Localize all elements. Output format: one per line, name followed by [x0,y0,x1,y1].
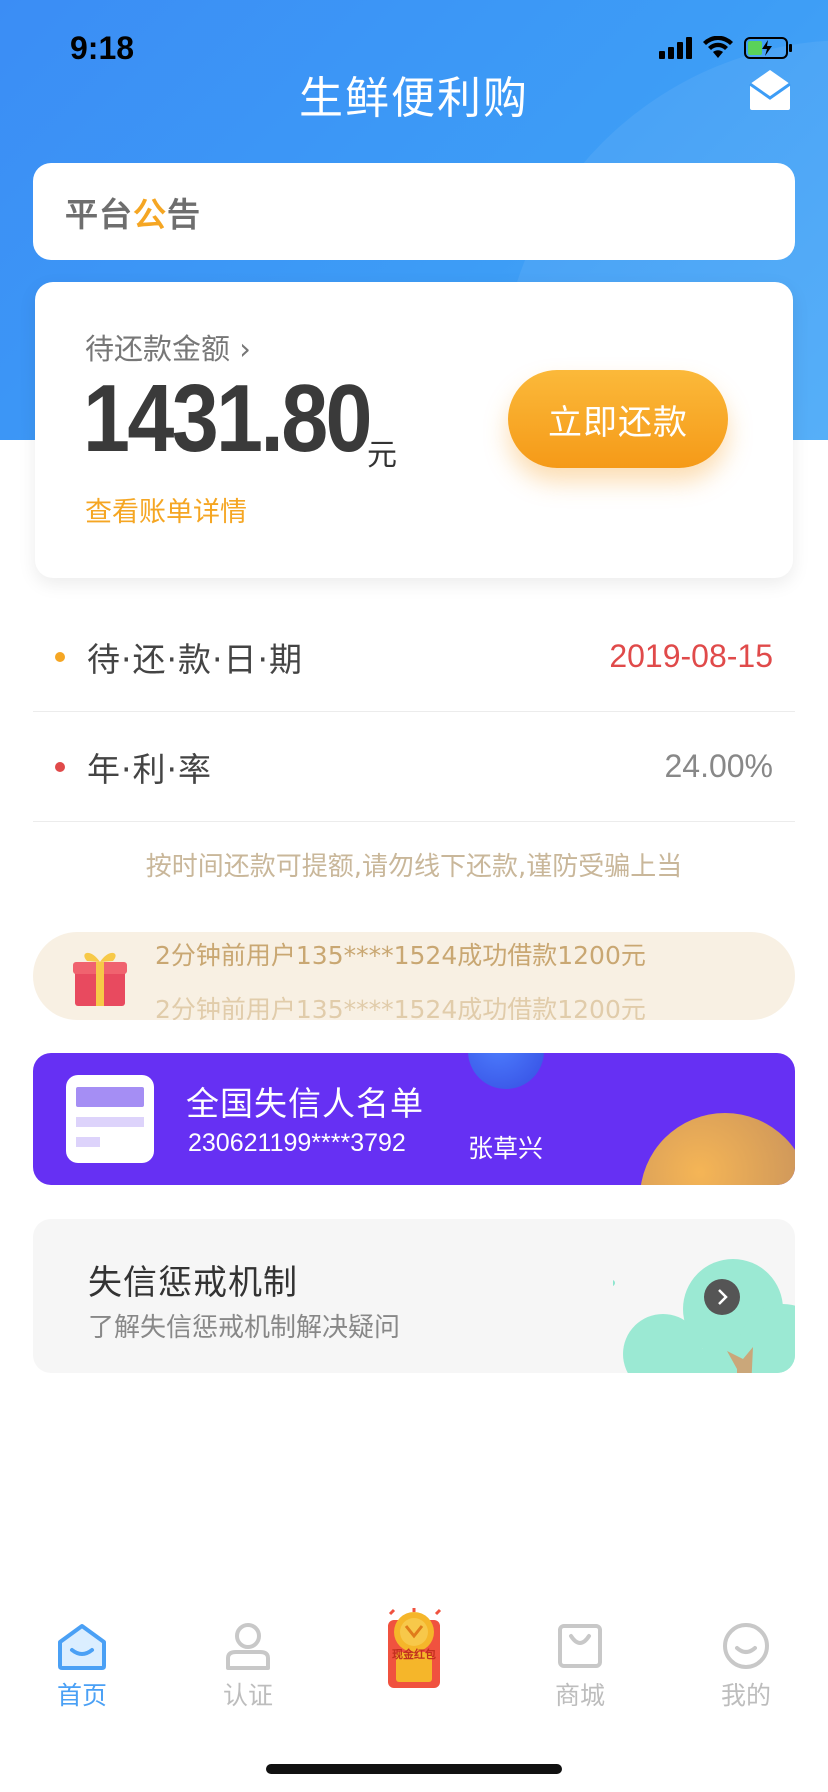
blacklist-name: 张草兴 [468,1134,544,1163]
platform-notice[interactable]: 平台公告 [33,163,795,260]
tab-red-packet-label: 现金红包 [392,1648,436,1661]
amount-due-value: 1431.80 [83,365,373,472]
tab-mall[interactable]: 商城 [520,1612,640,1722]
smile-icon [723,1623,769,1669]
tab-profile[interactable]: 我的 [686,1612,806,1722]
blacklist-title: 全国失信人名单 [186,1084,424,1123]
shopping-bag-icon [558,1624,602,1668]
mail-button[interactable] [746,68,794,112]
wifi-icon [703,36,733,58]
gift-icon [73,952,127,1006]
tab-verify[interactable]: 认证 [188,1612,308,1722]
annual-rate-value: 24.00% [664,748,773,784]
tab-mall-label: 商城 [554,1681,605,1710]
signal-icon [659,37,692,59]
battery-charging-icon [744,37,792,59]
ticker-message-next: 2分钟前用户135****1524成功借款1200元 [155,995,646,1020]
loan-ticker: 2分钟前用户135****1524成功借款1200元 2分钟前用户135****… [33,932,795,1020]
due-date-dot [55,651,65,662]
tab-home-label: 首页 [56,1681,107,1710]
repay-now-button[interactable]: 立即还款 [508,370,728,468]
tab-red-packet[interactable]: 现金红包 [354,1608,474,1722]
punishment-title: 失信惩戒机制 [88,1263,298,1303]
status-icons [659,36,794,60]
annual-rate-label: 年·利·率 [87,749,212,789]
blacklist-entry: 230621199****3792 张草兴 [188,1129,543,1163]
punishment-arrow-button[interactable] [704,1279,740,1315]
user-icon [226,1623,270,1670]
tab-bar: 首页 认证 现金红包 商城 我的 [0,1608,828,1722]
punishment-subtitle: 了解失信惩戒机制解决疑问 [88,1313,401,1343]
annual-rate-dot [55,761,65,772]
blacklist-id: 230621199****3792 [188,1129,406,1157]
mail-icon [749,70,791,110]
home-icon [58,1624,106,1670]
bill-details-link[interactable]: 查看账单详情 [85,490,247,529]
blacklist-banner[interactable]: 全国失信人名单 230621199****3792 张草兴 [33,1053,795,1185]
ticker-message: 2分钟前用户135****1524成功借款1200元 [155,941,646,970]
home-indicator[interactable] [266,1764,562,1774]
banner-orb-blue [468,1053,544,1089]
chevron-right-icon [718,1289,728,1305]
id-card-icon [66,1075,154,1163]
banner-orb-orange [640,1113,795,1185]
credit-punishment-card[interactable]: 失信惩戒机制 了解失信惩戒机制解决疑问 [33,1219,795,1373]
tab-home[interactable]: 首页 [22,1612,142,1722]
tab-profile-label: 我的 [720,1681,771,1710]
due-date-row: 待·还·款·日·期 2019-08-15 [33,602,795,712]
due-date-value: 2019-08-15 [609,638,773,674]
repayment-tip: 按时间还款可提额,请勿线下还款,谨防受骗上当 [145,852,683,882]
repayment-card: 待还款金额 › 1431.80 元 查看账单详情 立即还款 [35,282,793,578]
tree-cloud-illustration [613,1259,795,1373]
page-title: 生鲜便利购 [299,73,529,124]
amount-unit: 元 [367,438,397,473]
notice-logo: 平台公告 [65,194,201,234]
amount-due-link[interactable]: 待还款金额 › [85,326,251,368]
tab-verify-label: 认证 [222,1681,273,1710]
annual-rate-row: 年·利·率 24.00% [33,712,795,822]
due-date-label: 待·还·款·日·期 [87,639,303,679]
